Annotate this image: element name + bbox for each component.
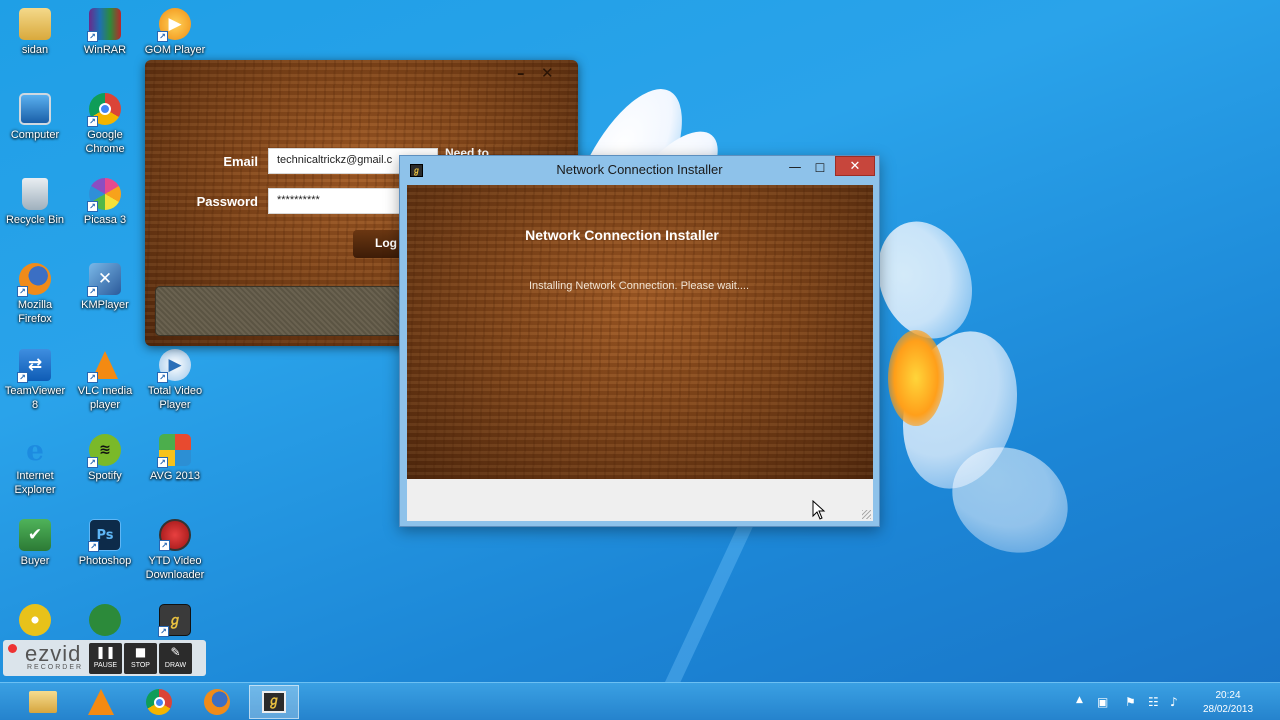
- installer-window-title: Network Connection Installer: [556, 162, 723, 177]
- password-label: Password: [196, 194, 258, 209]
- installer-window: ℊ Network Connection Installer — ☐ ✕ Net…: [399, 155, 880, 527]
- taskbar-firefox[interactable]: [192, 685, 242, 719]
- clock-date: 28/02/2013: [1202, 704, 1254, 715]
- installer-shortcut-icon: ℊ ↗: [158, 604, 191, 637]
- stop-icon: ■: [134, 645, 147, 659]
- desktop-icon-vlc[interactable]: ↗ VLC media player: [69, 349, 141, 412]
- desktop-icon-partial[interactable]: [0, 604, 71, 639]
- gom-player-icon: ▶ ↗: [157, 8, 191, 42]
- firefox-icon: ↗: [17, 263, 51, 297]
- file-explorer-icon: [29, 691, 57, 713]
- desktop-icon-internet-explorer[interactable]: e Internet Explorer: [0, 434, 71, 497]
- draw-icon: ✎: [170, 645, 181, 659]
- login-close-button[interactable]: ✕: [541, 64, 554, 82]
- tray-show-hidden-icon[interactable]: ▲: [1076, 695, 1083, 705]
- desktop-icon-picasa[interactable]: ↗ Picasa 3: [69, 178, 141, 227]
- folder-icon: [19, 8, 51, 40]
- taskbar-installer[interactable]: ℊ: [249, 685, 299, 719]
- desktop-icon-kmplayer[interactable]: ✕ ↗ KMPlayer: [69, 263, 141, 312]
- installer-icon: ℊ: [262, 691, 286, 713]
- ezvid-draw-button[interactable]: ✎ DRAW: [159, 643, 192, 674]
- firefox-icon: [204, 689, 230, 715]
- installer-wood-panel: Network Connection Installer Installing …: [407, 185, 873, 479]
- ezvid-stop-button[interactable]: ■ STOP: [124, 643, 157, 674]
- picasa-icon: ↗: [87, 178, 121, 212]
- installer-minimize-button[interactable]: —: [785, 158, 805, 178]
- installer-status-text: Installing Network Connection. Please wa…: [528, 280, 750, 292]
- installer-client-area: Network Connection Installer Installing …: [407, 185, 873, 521]
- desktop-icon-chrome[interactable]: ↗ Google Chrome: [69, 93, 141, 156]
- taskbar-clock[interactable]: 20:24 28/02/2013: [1196, 689, 1260, 717]
- chrome-icon: ↗: [87, 93, 121, 127]
- cd-icon: [19, 604, 51, 636]
- login-minimize-button[interactable]: –: [517, 64, 525, 82]
- desktop-icon-computer[interactable]: Computer: [0, 93, 71, 142]
- taskbar-file-explorer[interactable]: [18, 685, 68, 719]
- desktop-icon-winrar[interactable]: ↗ WinRAR: [69, 8, 141, 57]
- vlc-icon: ↗: [87, 349, 121, 383]
- recycle-bin-icon: [22, 178, 48, 210]
- ezvid-recorder-panel: ezvid RECORDER ❚❚ PAUSE ■ STOP ✎ DRAW: [3, 640, 206, 676]
- installer-heading: Network Connection Installer: [525, 227, 719, 243]
- ezvid-subtitle: RECORDER: [27, 664, 84, 671]
- tray-volume-icon[interactable]: ♪: [1170, 695, 1178, 709]
- desktop-icon-gom-player[interactable]: ▶ ↗ GOM Player: [139, 8, 211, 57]
- mouse-cursor-icon: [812, 500, 826, 520]
- ezvid-pause-button[interactable]: ❚❚ PAUSE: [89, 643, 122, 674]
- desktop-icon-buyer[interactable]: ✔ Buyer: [0, 519, 71, 568]
- taskbar-chrome[interactable]: [134, 685, 184, 719]
- desktop-icon-sidan[interactable]: sidan: [0, 8, 71, 57]
- desktop-icon-firefox[interactable]: ↗ Mozilla Firefox: [0, 263, 71, 326]
- email-label: Email: [223, 154, 258, 169]
- chrome-icon: [146, 689, 172, 715]
- buyer-icon: ✔: [19, 519, 51, 551]
- pause-icon: ❚❚: [95, 645, 116, 659]
- wallpaper-flower-center: [888, 330, 944, 426]
- resize-grip[interactable]: [862, 510, 871, 519]
- desktop-icon-partial[interactable]: ℊ ↗: [139, 604, 211, 639]
- desktop-icon-partial[interactable]: [69, 604, 141, 639]
- taskbar: ℊ ▲ ▣ ⚑ ☷ ♪ 20:24 28/02/2013: [0, 682, 1280, 720]
- clock-time: 20:24: [1215, 690, 1241, 701]
- taskbar-vlc[interactable]: [76, 685, 126, 719]
- teamviewer-icon: ⇄ ↗: [17, 349, 51, 383]
- spotify-icon: ≋ ↗: [87, 434, 121, 468]
- tray-installer-icon[interactable]: ▣: [1097, 695, 1108, 709]
- desktop-icon-spotify[interactable]: ≋ ↗ Spotify: [69, 434, 141, 483]
- vlc-icon: [88, 689, 114, 715]
- tray-flag-icon[interactable]: ⚑: [1125, 695, 1136, 709]
- desktop-icon-recycle-bin[interactable]: Recycle Bin: [0, 178, 71, 227]
- desktop-icon-ytd-downloader[interactable]: ↗ YTD Video Downloader: [139, 519, 211, 582]
- desktop-icon-teamviewer[interactable]: ⇄ ↗ TeamViewer 8: [0, 349, 71, 412]
- avg-icon: ↗: [157, 434, 191, 468]
- desktop-icon-total-video-player[interactable]: ▶ ↗ Total Video Player: [139, 349, 211, 412]
- desktop-icon-photoshop[interactable]: Ps ↗ Photoshop: [69, 519, 141, 568]
- computer-icon: [19, 93, 51, 125]
- ytd-downloader-icon: ↗: [159, 519, 191, 551]
- record-indicator-icon: [8, 644, 17, 653]
- internet-explorer-icon: e: [26, 433, 44, 467]
- installer-maximize-button[interactable]: ☐: [810, 158, 830, 178]
- desktop-icon-avg[interactable]: ↗ AVG 2013: [139, 434, 211, 483]
- tray-network-icon[interactable]: ☷: [1148, 695, 1159, 709]
- total-video-player-icon: ▶ ↗: [157, 349, 191, 383]
- photoshop-icon: Ps ↗: [88, 519, 121, 552]
- installer-close-button[interactable]: ✕: [835, 156, 875, 176]
- kmplayer-icon: ✕ ↗: [87, 263, 121, 297]
- winrar-icon: ↗: [87, 8, 121, 42]
- green-app-icon: [89, 604, 121, 636]
